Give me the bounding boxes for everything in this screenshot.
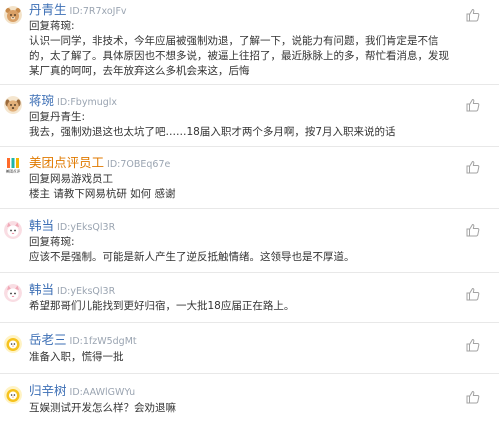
comment-text: 应该不是强制。可能是新人产生了逆反抵触情绪。这领导也是不厚道。 — [29, 251, 355, 263]
cat-avatar-icon[interactable] — [4, 221, 22, 239]
comment-list: 丹青生 ID:7R7xoJFv 回复蒋琬: 认识一同学，非技术，今年应届被强制劝退… — [0, 0, 499, 428]
divider — [0, 208, 499, 209]
reply-to-label: 回复蒋琬: — [29, 236, 75, 248]
divider — [0, 322, 499, 323]
username[interactable]: 岳老三 — [29, 332, 67, 347]
username[interactable]: 韩当 — [29, 282, 54, 297]
comment-text: 我去，强制劝退这也太坑了吧……18届入职才两个多月啊，按7月入职来说的话 — [29, 126, 396, 138]
thumbs-up-icon[interactable] — [466, 390, 480, 404]
cat-avatar-icon[interactable] — [4, 284, 22, 302]
user-id: ID:AAWlGWYu — [69, 387, 136, 398]
thumbs-up-icon[interactable] — [466, 98, 480, 112]
username[interactable]: 美团点评员工 — [29, 155, 104, 170]
comment-text: 互娱测试开发怎么样？会劝退嘛 — [29, 402, 176, 414]
reply-to-label: 回复丹青生: — [29, 111, 86, 123]
user-id: ID:Fbymuglx — [57, 97, 118, 108]
username[interactable]: 丹青生 — [29, 2, 67, 17]
thumbs-up-icon[interactable] — [466, 287, 480, 301]
divider — [0, 272, 499, 273]
username[interactable]: 蒋琬 — [29, 93, 54, 108]
thumbs-up-icon[interactable] — [466, 8, 480, 22]
username[interactable]: 韩当 — [29, 218, 54, 233]
user-id: ID:7R7xoJFv — [69, 6, 127, 17]
divider — [0, 146, 499, 147]
meituan-dianping-logo[interactable]: 美团点评 — [3, 157, 23, 179]
reply-to-label: 回复网易游戏员工 — [29, 173, 113, 185]
thumbs-up-icon[interactable] — [466, 338, 480, 352]
thumbs-up-icon[interactable] — [466, 160, 480, 174]
comment-text: 楼主 请教下网易杭研 如何 感谢 — [29, 188, 176, 200]
dog-avatar-icon[interactable] — [4, 96, 22, 114]
username[interactable]: 归辛树 — [29, 383, 67, 398]
bear-avatar-icon[interactable] — [4, 6, 22, 24]
comment-text: 认识一同学，非技术，今年应届被强制劝退，了解一下，说能力有问题，我们肯定是不信的… — [29, 35, 449, 77]
thumbs-up-icon[interactable] — [466, 223, 480, 237]
chick-avatar-icon[interactable] — [4, 386, 22, 404]
user-id: ID:7OBEq67e — [107, 159, 171, 170]
divider — [0, 84, 499, 85]
user-id: ID:yEksQl3R — [57, 286, 116, 297]
reply-to-label: 回复蒋琬: — [29, 20, 75, 32]
comment-text: 希望那哥们儿能找到更好归宿，一大批18应届正在路上。 — [29, 300, 295, 312]
user-id: ID:yEksQl3R — [57, 222, 116, 233]
logo-caption: 美团点评 — [5, 169, 21, 174]
chick-avatar-icon[interactable] — [4, 335, 22, 353]
comment-text: 准备入职，慌得一批 — [29, 351, 124, 363]
divider — [0, 373, 499, 374]
user-id: ID:1fzW5dgMt — [69, 336, 137, 347]
